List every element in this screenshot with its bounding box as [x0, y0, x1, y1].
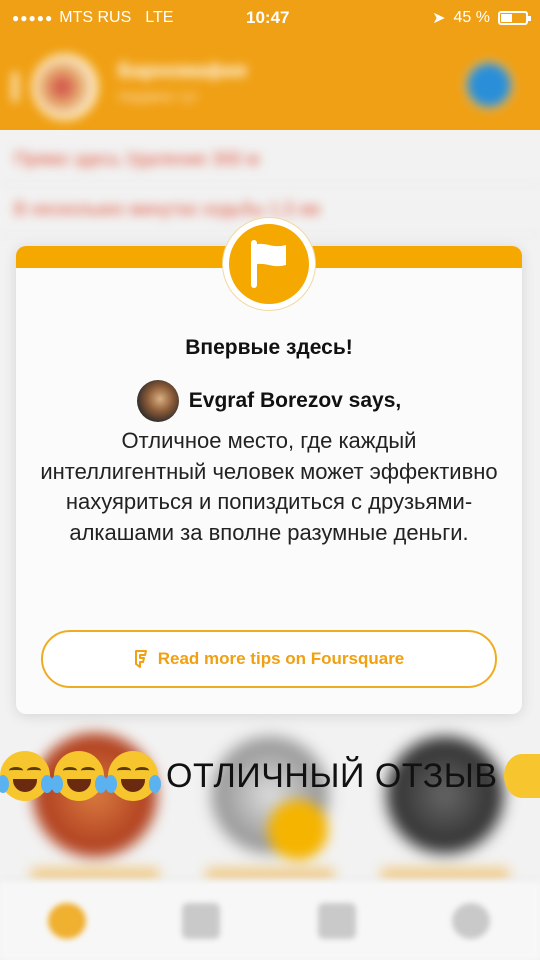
- status-bar: ●●●●● MTS RUS LTE 10:47 ➤ 45 %: [0, 0, 540, 36]
- venue-subtitle: Недавно тут: [118, 88, 199, 104]
- venue-row: Барномафия Недавно тут: [0, 50, 540, 120]
- more-tips-label: Read more tips on Foursquare: [157, 649, 405, 668]
- card-title: Впервые здесь!: [185, 336, 353, 359]
- venue-name: Барномафия: [118, 60, 247, 82]
- author-name[interactable]: Evgraf Borezov says,: [189, 389, 401, 413]
- author-row: Evgraf Borezov says,: [16, 380, 522, 422]
- battery-fill: [501, 14, 512, 22]
- person-name-placeholder: [30, 868, 160, 880]
- battery-percent: 45 %: [453, 9, 490, 26]
- venue-avatar: [32, 54, 98, 120]
- caption-text: ОТЛИЧНЫЙ ОТЗЫВ: [166, 756, 498, 795]
- screen: ●●●●● MTS RUS LTE 10:47 ➤ 45 % Барномафи…: [0, 0, 540, 960]
- person-name-placeholder: [380, 868, 510, 880]
- carrier-label: MTS RUS: [59, 9, 132, 26]
- laughing-tears-emoji-icon: [105, 751, 161, 801]
- clock: 10:47: [246, 8, 290, 27]
- tab-profile-icon[interactable]: [452, 903, 490, 939]
- tab-calendar-icon[interactable]: [318, 903, 356, 939]
- tip-text: Отличное место, где каждый интеллигентны…: [40, 428, 498, 545]
- status-right: ➤ 45 %: [432, 8, 531, 28]
- tab-list-icon[interactable]: [182, 903, 220, 939]
- tab-bar: [0, 880, 540, 960]
- caption-overlay: ОТЛИЧНЫЙ ОТЗЫВ: [0, 748, 540, 804]
- battery-icon: [498, 11, 531, 25]
- foursquare-logo-icon: [134, 650, 147, 668]
- author-avatar[interactable]: [136, 380, 179, 422]
- network-label: LTE: [145, 9, 174, 26]
- signal-icon: ●●●●●: [12, 11, 54, 25]
- laughing-tears-emoji-icon: [0, 751, 53, 801]
- tip-card: Впервые здесь! Evgraf Borezov says, Отли…: [16, 218, 522, 714]
- more-tips-button[interactable]: Read more tips on Foursquare: [41, 630, 497, 688]
- winking-emoji-icon: [503, 754, 540, 798]
- list-item: Прямо здесь Удаление 300 м: [0, 135, 540, 185]
- flag-icon: [251, 240, 286, 288]
- location-arrow-icon: ➤: [432, 10, 446, 27]
- person-name-placeholder: [205, 868, 335, 880]
- flag-badge: [223, 218, 315, 310]
- user-avatar[interactable]: [464, 60, 514, 110]
- crown-badge-icon: [268, 800, 328, 860]
- laughing-tears-emoji-icon: [51, 751, 107, 801]
- tab-venue-icon[interactable]: [48, 903, 86, 939]
- back-icon[interactable]: [12, 72, 18, 102]
